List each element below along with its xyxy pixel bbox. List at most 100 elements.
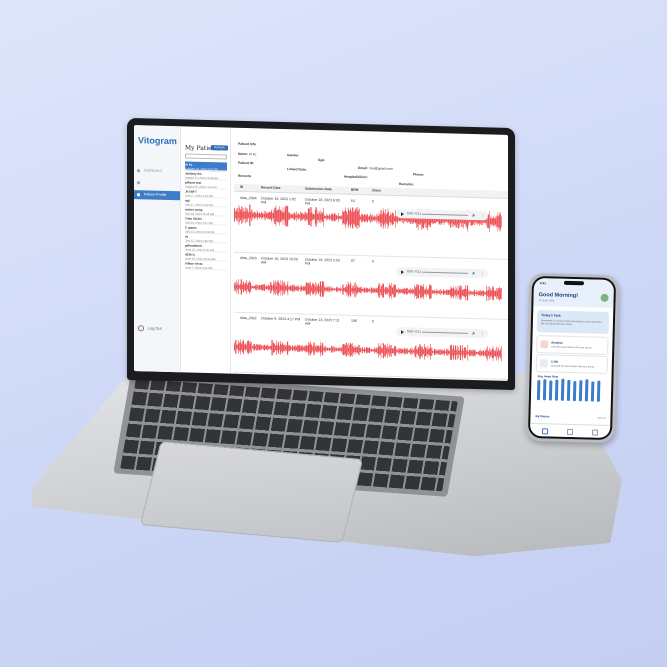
- patient-id: Patient ID:: [238, 160, 255, 166]
- heart-rate-bar: [560, 378, 565, 401]
- more-icon[interactable]: ⋮: [481, 329, 484, 338]
- main-content: Patient Info Name: dr ko Patient ID: Gen…: [234, 128, 508, 381]
- heart-icon: [540, 340, 549, 349]
- waveform-trace: [234, 339, 502, 362]
- cell-id: data_2002: [240, 315, 257, 321]
- nav-label: Dashboard: [144, 168, 162, 173]
- diaries-view-all-link[interactable]: View all: [597, 417, 605, 420]
- list-icon: [137, 181, 140, 185]
- cell-id: data_2003: [240, 255, 257, 261]
- col-id: ID: [240, 184, 244, 189]
- col-bpm: BPM: [351, 187, 359, 192]
- phone-date: 10 June 2024: [538, 299, 555, 303]
- remarks: Remarks:: [399, 182, 415, 187]
- cell-bpm: 106: [351, 318, 357, 323]
- patient-search-input[interactable]: [185, 153, 227, 160]
- patient-info-header: Patient Info: [238, 141, 256, 147]
- phone-mockup: 9:41 Good Morning! 10 June 2024 Today's …: [524, 272, 620, 444]
- audio-time: 0:00 / 0:11: [407, 269, 421, 274]
- heart-rate-bar: [536, 379, 541, 401]
- laptop-lid: Vitogram Dashboard Patient Profile Log O…: [127, 117, 515, 391]
- trackpad: [139, 440, 364, 544]
- summary-card-2[interactable]: 3.3bb Checked 30 auscultation with your …: [535, 354, 609, 374]
- volume-icon[interactable]: 🔈: [472, 211, 476, 220]
- cell-class: 0: [372, 199, 374, 204]
- settings-icon[interactable]: [591, 429, 599, 436]
- cell-submission-date: October 13, 2023 7:11 AM: [305, 317, 340, 326]
- diaries-label: My Diaries: [535, 414, 550, 419]
- laptop-screen: Vitogram Dashboard Patient Profile Log O…: [134, 125, 508, 381]
- audio-progress[interactable]: [422, 271, 468, 274]
- volume-icon[interactable]: 🔈: [472, 269, 476, 278]
- sidebar: Vitogram Dashboard Patient Profile Log O…: [134, 125, 181, 373]
- document-icon: [539, 359, 548, 368]
- heart-rate-bar: [566, 380, 571, 401]
- linked-date: Linked Date:: [287, 167, 307, 172]
- hospital: Hospital/Clinic:: [344, 174, 368, 180]
- heart-rate-bar: [542, 378, 547, 401]
- heart-rate-bar: [572, 380, 576, 402]
- phone-status-time: 9:41: [539, 281, 547, 286]
- cell-class: 0: [372, 319, 374, 324]
- volume-icon[interactable]: 🔈: [472, 329, 476, 338]
- patient-linked-date: June 7, 2023 2:32 PM: [185, 265, 213, 271]
- table-row: data_2003 October 16, 2023 10:50 AM Octobe…: [234, 251, 508, 320]
- patient-phone: Phone:: [413, 172, 425, 177]
- patient-list-panel: My Patients Refresh dr ko October 18, 202…: [182, 126, 231, 374]
- nav-label: Patient Profile: [144, 192, 167, 197]
- audio-time: 0:00 / 0:11: [407, 211, 421, 216]
- patient-gender: Gender:: [287, 153, 300, 158]
- nav-dashboard[interactable]: Dashboard: [134, 166, 180, 176]
- play-icon[interactable]: [401, 269, 404, 274]
- heart-rate-bar: [554, 379, 559, 401]
- col-submission-date: Submission Date: [305, 186, 332, 192]
- play-icon[interactable]: [401, 211, 404, 216]
- more-icon[interactable]: ⋮: [481, 211, 484, 220]
- play-icon[interactable]: [401, 329, 404, 334]
- heart-rate-bar: [584, 379, 589, 402]
- cell-bpm: 64: [351, 198, 355, 203]
- refresh-button[interactable]: Refresh: [211, 145, 228, 151]
- heart-rate-bar: [548, 380, 552, 401]
- audio-time: 0:00 / 0:11: [407, 329, 421, 334]
- logout-icon: [138, 325, 144, 332]
- heart-rate-bar: [578, 379, 583, 402]
- audio-progress[interactable]: [422, 331, 468, 334]
- more-icon[interactable]: ⋮: [481, 269, 484, 278]
- records-label: Records: [238, 173, 252, 179]
- cell-record-date: October 8, 2023 4:17 PM: [261, 316, 301, 322]
- cell-submission-date: October 18, 2023 5:53 PM: [305, 257, 340, 266]
- todays-task-card[interactable]: Today's Task Remember to conduct heart a…: [536, 310, 610, 334]
- phone-notch: [563, 280, 585, 286]
- ecg-waveform: [234, 279, 502, 301]
- dashboard-icon: [137, 169, 140, 173]
- records-icon[interactable]: [566, 428, 574, 436]
- logout-button[interactable]: Log Out: [138, 325, 162, 332]
- waveform-trace: [234, 279, 502, 301]
- heart-rate-chart: [536, 378, 606, 402]
- cell-bpm: 87: [351, 258, 355, 263]
- audio-player[interactable]: 0:00 / 0:11 🔈 ⋮: [396, 326, 488, 339]
- app-logo: Vitogram: [138, 135, 177, 147]
- nav-patient-profile[interactable]: Patient Profile: [134, 190, 180, 201]
- audio-progress[interactable]: [422, 213, 468, 216]
- cell-class: 0: [372, 259, 374, 264]
- heart-rate-bar: [590, 381, 594, 402]
- summary-card-1[interactable]: Bianjitzo Checked auscultation with your…: [536, 335, 609, 355]
- col-record-date: Record Date: [261, 185, 281, 190]
- ecg-waveform: [234, 339, 502, 362]
- greeting: Good Morning!: [538, 292, 579, 300]
- cell-record-date: October 16, 2023 10:50 AM: [261, 256, 298, 265]
- cell-id: data_2004: [240, 195, 257, 201]
- table-row: data_2002 October 8, 2023 4:17 PM October …: [234, 311, 508, 380]
- table-row: data_2004 October 18, 2023 1:02 PM October…: [234, 191, 508, 260]
- patient-email: Email: rmo@gmail.com: [358, 165, 393, 171]
- phone-screen: 9:41 Good Morning! 10 June 2024 Today's …: [529, 277, 615, 439]
- nav-item-blank[interactable]: [134, 178, 180, 188]
- patient-list-item[interactable]: Villion Yevts June 7, 2023 2:32 PM: [185, 260, 227, 271]
- patient-age: Age:: [318, 157, 326, 163]
- user-icon: [137, 193, 140, 197]
- home-icon[interactable]: [541, 428, 549, 435]
- col-class: Class: [372, 188, 381, 193]
- audio-player[interactable]: 0:00 / 0:11 🔈 ⋮: [396, 266, 488, 279]
